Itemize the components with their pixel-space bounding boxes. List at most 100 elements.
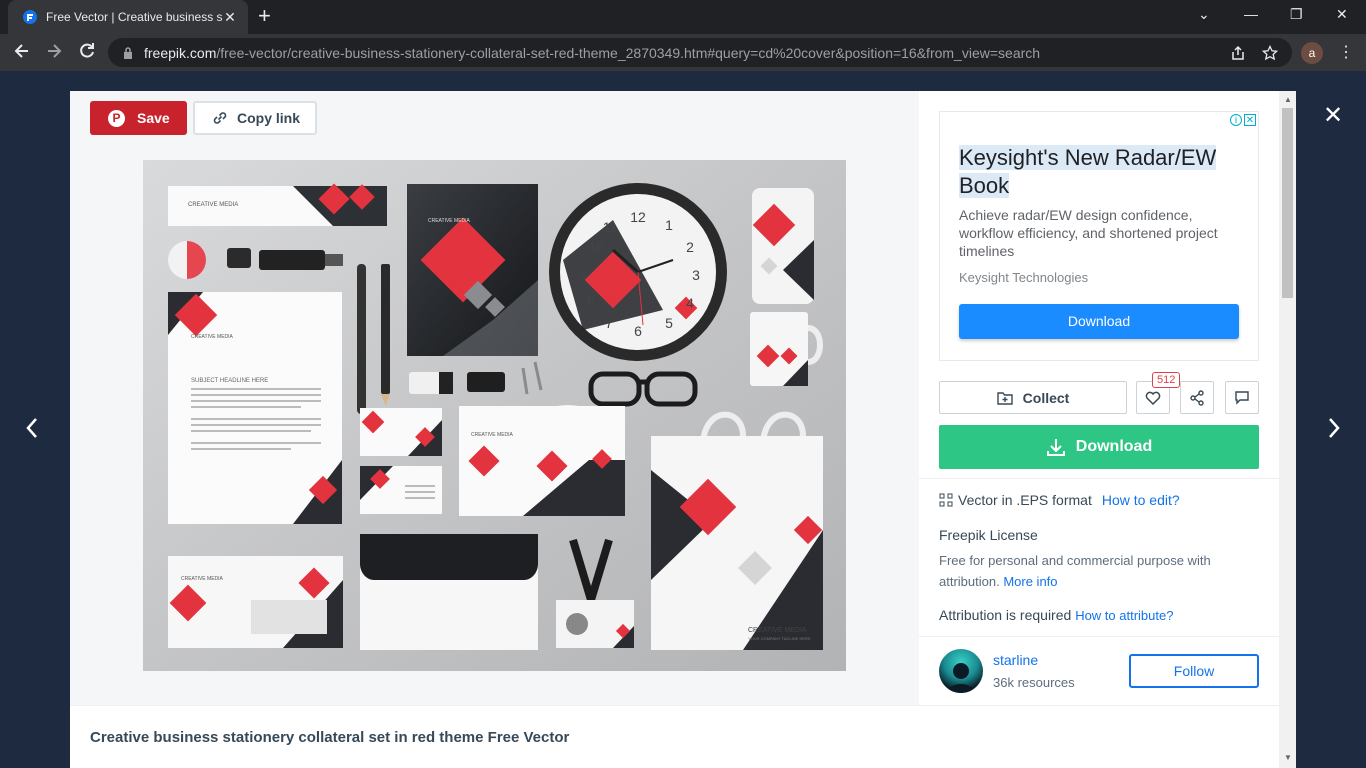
reload-icon[interactable] [77, 41, 97, 66]
ad-choices[interactable]: i ✕ [1230, 114, 1256, 126]
ad-info-icon[interactable]: i [1230, 114, 1242, 126]
clock-12: 12 [630, 209, 646, 225]
bookmark-star-icon[interactable] [1262, 44, 1278, 61]
back-arrow-icon[interactable] [12, 41, 32, 66]
banner-card: CREATIVE MEDIA [168, 183, 387, 226]
clock-7: 7 [605, 315, 613, 331]
folder-add-icon [996, 391, 1013, 405]
ad-close-icon[interactable]: ✕ [1244, 114, 1256, 126]
url-host: freepik.com [144, 44, 217, 61]
browser-tab[interactable]: Free Vector | Creative business st ✕ [8, 0, 248, 34]
business-card-front [360, 408, 442, 456]
tab-search-chevron-icon[interactable]: ⌄ [1198, 6, 1210, 23]
modal-close-icon[interactable]: ✕ [1323, 101, 1343, 130]
file-format: Vector in .EPS format How to edit? [939, 492, 1180, 508]
follow-button[interactable]: Follow [1129, 654, 1259, 688]
download-label: Download [1075, 438, 1153, 455]
how-to-attribute-link[interactable]: How to attribute? [1075, 608, 1173, 623]
share-button[interactable] [1180, 381, 1214, 414]
collect-label: Collect [1022, 389, 1070, 406]
letterhead-subject-text: SUBJECT HEADLINE HERE [191, 378, 268, 384]
author-name-link[interactable]: starline [993, 652, 1038, 668]
advertisement[interactable]: i ✕ Keysight's New Radar/EW Book Achieve… [939, 111, 1259, 361]
clock-6: 6 [634, 323, 642, 339]
ad-headline[interactable]: Keysight's New Radar/EW Book [959, 144, 1239, 200]
bag-tagline-text: YOUR COMPANY TAGLINE HERE [748, 636, 811, 641]
attribution-required: Attribution is required How to attribute… [939, 607, 1173, 623]
ad-advertiser: Keysight Technologies [959, 270, 1089, 285]
pinterest-icon: P [108, 109, 125, 127]
business-card-back [360, 466, 442, 514]
clock-2: 2 [686, 239, 694, 255]
resource-modal: P Save Copy link CREATIVE MEDIA CREATIVE… [70, 91, 1296, 768]
preview-image[interactable]: CREATIVE MEDIA CREATIVE MEDIA SUBJECT HE… [143, 160, 846, 671]
comment-icon [1235, 391, 1249, 405]
comment-button[interactable] [1225, 381, 1259, 414]
profile-avatar[interactable]: a [1301, 42, 1323, 64]
clock-3: 3 [692, 267, 700, 283]
lock-icon[interactable] [122, 46, 134, 59]
likes-count-badge: 512 [1152, 372, 1181, 388]
tab-title: Free Vector | Creative business st [46, 10, 222, 24]
ad-download-button[interactable]: Download [959, 304, 1239, 339]
minimize-button[interactable]: — [1244, 6, 1258, 22]
divider [919, 478, 1279, 479]
clock-8: 8 [587, 292, 595, 308]
author-avatar[interactable] [939, 649, 983, 693]
attribution-text: Attribution is required [939, 607, 1072, 623]
collect-button[interactable]: Collect [939, 381, 1127, 414]
ad-body: Achieve radar/EW design confidence, work… [959, 207, 1218, 259]
license-text: Free for personal and commercial purpose… [939, 553, 1211, 589]
next-arrow-icon[interactable] [1326, 416, 1342, 446]
letterhead-paper: CREATIVE MEDIA SUBJECT HEADLINE HERE [168, 292, 342, 524]
tab-strip: Free Vector | Creative business st ✕ + ⌄… [0, 0, 1366, 34]
address-bar[interactable]: freepik.com/free-vector/creative-busines… [108, 38, 1292, 67]
tab-close-icon[interactable]: ✕ [222, 9, 238, 26]
url-text[interactable]: freepik.com/free-vector/creative-busines… [144, 45, 1214, 61]
browser-toolbar: freepik.com/free-vector/creative-busines… [0, 34, 1366, 71]
clock-10: 10 [588, 239, 604, 255]
modal-scrollbar[interactable]: ▲ ▼ [1279, 91, 1296, 768]
vector-icon [939, 493, 953, 507]
scroll-down-arrow-icon[interactable]: ▼ [1284, 753, 1292, 762]
clock-1: 1 [665, 217, 673, 233]
details-sidebar: i ✕ Keysight's New Radar/EW Book Achieve… [919, 91, 1279, 705]
wall-clock: 12 1 2 3 4 5 6 7 8 9 10 11 [549, 183, 727, 361]
share-icon [1190, 389, 1204, 406]
download-button[interactable]: Download [939, 425, 1259, 469]
notebook: CREATIVE MEDIA [407, 184, 538, 356]
divider [919, 636, 1279, 637]
more-info-link[interactable]: More info [1003, 574, 1057, 589]
ad-headline-text[interactable]: Keysight's New Radar/EW Book [959, 145, 1217, 198]
scroll-up-arrow-icon[interactable]: ▲ [1284, 95, 1292, 104]
clock-9: 9 [579, 267, 587, 283]
restore-button[interactable]: ❐ [1290, 6, 1303, 23]
sharpener [467, 372, 505, 392]
window-close-button[interactable]: ✕ [1336, 6, 1348, 23]
banner-brand-text: CREATIVE MEDIA [188, 202, 238, 208]
share-page-icon[interactable] [1230, 45, 1246, 61]
pinterest-save-button[interactable]: P Save [90, 101, 187, 135]
resource-title: Creative business stationery collateral … [90, 729, 570, 746]
stationery-illustration: CREATIVE MEDIA CREATIVE MEDIA SUBJECT HE… [143, 160, 846, 671]
license-description: Free for personal and commercial purpose… [939, 550, 1239, 592]
binder-clip [227, 248, 251, 268]
preview-pane: P Save Copy link CREATIVE MEDIA CREATIVE… [70, 91, 919, 705]
cd-brand-text: CREATIVE MEDIA [471, 432, 514, 438]
notebook-brand-text: CREATIVE MEDIA [428, 218, 471, 224]
copy-link-button[interactable]: Copy link [193, 101, 317, 135]
cd-cover: CREATIVE MEDIA [459, 405, 625, 516]
usb-drive [259, 250, 325, 270]
scrollbar-thumb[interactable] [1282, 108, 1293, 298]
url-path: /free-vector/creative-business-stationer… [216, 44, 1041, 61]
bag-brand-text: CREATIVE MEDIA [748, 627, 807, 634]
phone-case [752, 188, 814, 304]
how-to-edit-link[interactable]: How to edit? [1102, 492, 1180, 508]
heart-icon [1145, 391, 1161, 405]
previous-arrow-icon[interactable] [24, 416, 40, 446]
forward-arrow-icon[interactable] [44, 41, 64, 66]
browser-menu-icon[interactable]: ⋮ [1338, 42, 1354, 62]
clock-4: 4 [686, 295, 694, 311]
save-label: Save [137, 110, 170, 126]
new-tab-button[interactable]: + [258, 5, 271, 27]
